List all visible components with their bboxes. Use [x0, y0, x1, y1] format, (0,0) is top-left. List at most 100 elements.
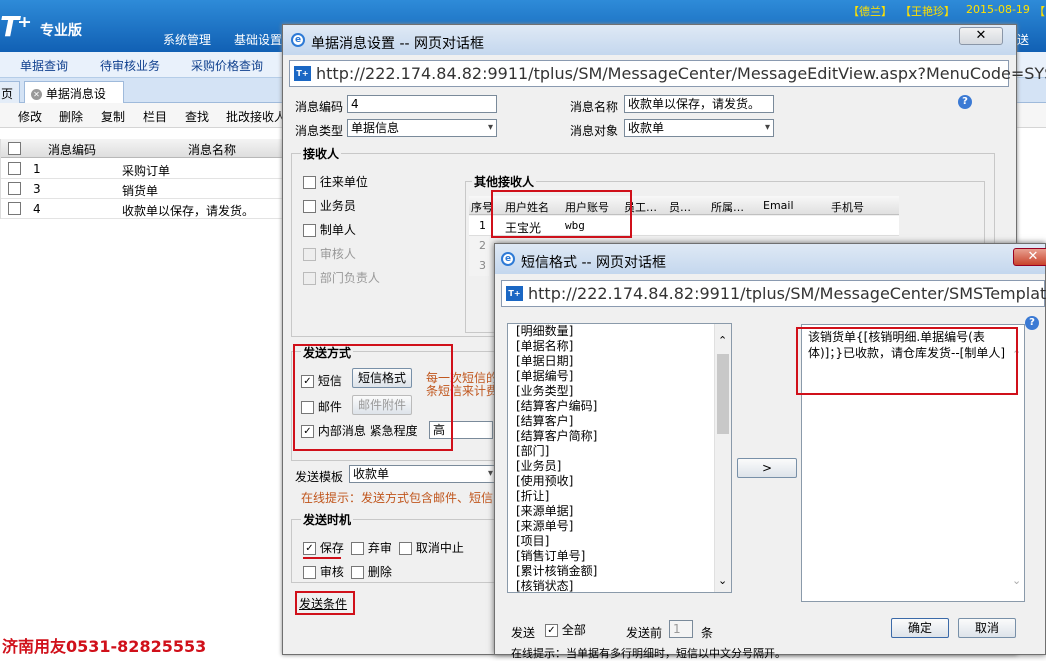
before-label: 发送前	[626, 626, 663, 640]
time-review-checkbox[interactable]	[303, 566, 316, 579]
receiver-reviewer-label: 审核人	[319, 247, 356, 261]
tab-close-icon[interactable]: ✕	[31, 89, 42, 100]
list-item[interactable]: [累计核销金额]	[512, 564, 731, 579]
cancel-button[interactable]: 取消	[958, 618, 1016, 638]
all-checkbox[interactable]: ✓	[545, 624, 558, 637]
help-icon[interactable]: ?	[1025, 316, 1039, 330]
time-delete-checkbox[interactable]	[351, 566, 364, 579]
list-item[interactable]: [业务员]	[512, 459, 731, 474]
toolbar-find[interactable]: 查找	[185, 108, 209, 125]
list-item[interactable]: [核销状态]	[512, 579, 731, 592]
nav-purchase-price[interactable]: 采购价格查询	[191, 57, 263, 74]
col-email: Email	[763, 199, 794, 212]
help-icon[interactable]: ?	[958, 95, 972, 109]
row-checkbox[interactable]	[8, 162, 21, 175]
highlight-send-condition	[295, 591, 355, 615]
time-unreview[interactable]: 弃审	[351, 539, 392, 556]
time-cancel-stop-checkbox[interactable]	[399, 542, 412, 555]
tab-message-settings[interactable]: ✕ 单据消息设置	[24, 81, 124, 118]
list-item[interactable]: [单据编号]	[512, 369, 731, 384]
textarea-scroll-down-icon[interactable]: ⌄	[1012, 574, 1021, 587]
time-unreview-checkbox[interactable]	[351, 542, 364, 555]
sms-online-tip: 在线提示：当单据有多行明细时，短信以中文分号隔开。	[511, 647, 786, 660]
row-num-2: 2	[469, 236, 489, 256]
save-underline	[303, 557, 341, 559]
row-checkbox[interactable]	[8, 202, 21, 215]
ok-button[interactable]: 确定	[891, 618, 949, 638]
dialog1-url-bar: T+ http://222.174.84.82:9911/tplus/SM/Me…	[289, 60, 1046, 87]
receivers-legend: 接收人	[301, 145, 342, 162]
receiver-partner-checkbox[interactable]	[303, 176, 316, 189]
all-option[interactable]: ✓ 全部	[545, 621, 586, 638]
time-cancel-stop[interactable]: 取消中止	[399, 539, 464, 556]
close-icon[interactable]: ✕	[1013, 248, 1046, 266]
all-label: 全部	[561, 623, 586, 637]
select-all-checkbox[interactable]	[8, 142, 21, 155]
menu-send[interactable]: 送	[1017, 31, 1029, 48]
time-delete[interactable]: 删除	[351, 563, 392, 580]
name-input[interactable]: 收款单以保存，请发货。	[624, 95, 774, 113]
list-item[interactable]: [项目]	[512, 534, 731, 549]
dialog2-url-bar: T+ http://222.174.84.82:9911/tplus/SM/Me…	[501, 280, 1046, 307]
list-item[interactable]: [结算客户编码]	[512, 399, 731, 414]
time-save-checkbox[interactable]: ✓	[303, 542, 316, 555]
table-row[interactable]: 4 收款单以保存，请发货。	[0, 199, 285, 219]
toolbar-delete[interactable]: 删除	[59, 108, 83, 125]
toolbar-batch-receiver[interactable]: 批改接收人	[226, 108, 286, 125]
field-listbox[interactable]: [明细数量] [单据名称] [单据日期] [单据编号] [业务类型] [结算客户编码] [结…	[507, 323, 732, 593]
receiver-salesman[interactable]: 业务员	[303, 197, 356, 214]
toolbar-edit[interactable]: 修改	[18, 108, 42, 125]
highlight-other-receiver	[491, 190, 632, 238]
scroll-down-icon[interactable]: ⌄	[718, 574, 727, 587]
receiver-partner[interactable]: 往来单位	[303, 173, 368, 190]
row-checkbox[interactable]	[8, 182, 21, 195]
close-icon[interactable]: ✕	[959, 27, 1003, 45]
scroll-thumb[interactable]	[717, 354, 729, 434]
list-item[interactable]: [明细数量]	[512, 324, 731, 339]
row-name: 销货单	[122, 184, 159, 198]
receiver-creator-checkbox[interactable]	[303, 224, 316, 237]
time-review[interactable]: 审核	[303, 563, 344, 580]
row-no: 1	[479, 219, 486, 232]
before-count-input[interactable]: 1	[669, 620, 693, 638]
list-item[interactable]: [单据日期]	[512, 354, 731, 369]
send-time-legend: 发送时机	[301, 511, 354, 528]
code-input[interactable]: 4	[347, 95, 497, 113]
list-item[interactable]: [结算客户简称]	[512, 429, 731, 444]
list-item[interactable]: [折让]	[512, 489, 731, 504]
col-belong: 所属…	[711, 201, 744, 214]
list-item[interactable]: [部门]	[512, 444, 731, 459]
row-name: 收款单以保存，请发货。	[122, 204, 255, 218]
move-right-button[interactable]: >	[737, 458, 797, 478]
scroll-up-icon[interactable]: ⌃	[718, 334, 727, 347]
receiver-creator[interactable]: 制单人	[303, 221, 356, 238]
list-item[interactable]: [单据名称]	[512, 339, 731, 354]
menu-system[interactable]: 系统管理	[163, 31, 211, 48]
list-item[interactable]: [销售订单号]	[512, 549, 731, 564]
nav-pending-review[interactable]: 待审核业务	[100, 57, 160, 74]
tab-home-label: 页	[1, 87, 14, 101]
table-row[interactable]: 3 销货单	[0, 179, 285, 199]
list-item[interactable]: [业务类型]	[512, 384, 731, 399]
template-select[interactable]: 收款单	[349, 465, 497, 483]
list-item[interactable]: [使用预收]	[512, 474, 731, 489]
list-scrollbar[interactable]: ⌃ ⌄	[714, 324, 731, 592]
list-item[interactable]: [来源单号]	[512, 519, 731, 534]
list-item[interactable]: [结算客户]	[512, 414, 731, 429]
time-save[interactable]: ✓ 保存	[303, 539, 344, 556]
receiver-dept-head-checkbox	[303, 272, 316, 285]
table-row[interactable]: 1 采购订单	[0, 159, 285, 179]
menu-basic-settings[interactable]: 基础设置	[234, 31, 282, 48]
receiver-reviewer: 审核人	[303, 245, 356, 262]
toolbar-columns[interactable]: 栏目	[143, 108, 167, 125]
toolbar-copy[interactable]: 复制	[101, 108, 125, 125]
type-select[interactable]: 单据信息	[347, 119, 497, 137]
dialog2-titlebar: e 短信格式 -- 网页对话框 ✕	[495, 244, 1046, 274]
tab-home[interactable]: 页	[0, 81, 21, 103]
list-item[interactable]: [来源单据]	[512, 504, 731, 519]
object-select[interactable]: 收款单	[624, 119, 774, 137]
footer-ad: 济南用友0531-82825553	[2, 637, 207, 656]
dialog1-titlebar: e 单据消息设置 -- 网页对话框 ✕	[283, 25, 1016, 55]
receiver-salesman-checkbox[interactable]	[303, 200, 316, 213]
nav-doc-query[interactable]: 单据查询	[20, 57, 68, 74]
